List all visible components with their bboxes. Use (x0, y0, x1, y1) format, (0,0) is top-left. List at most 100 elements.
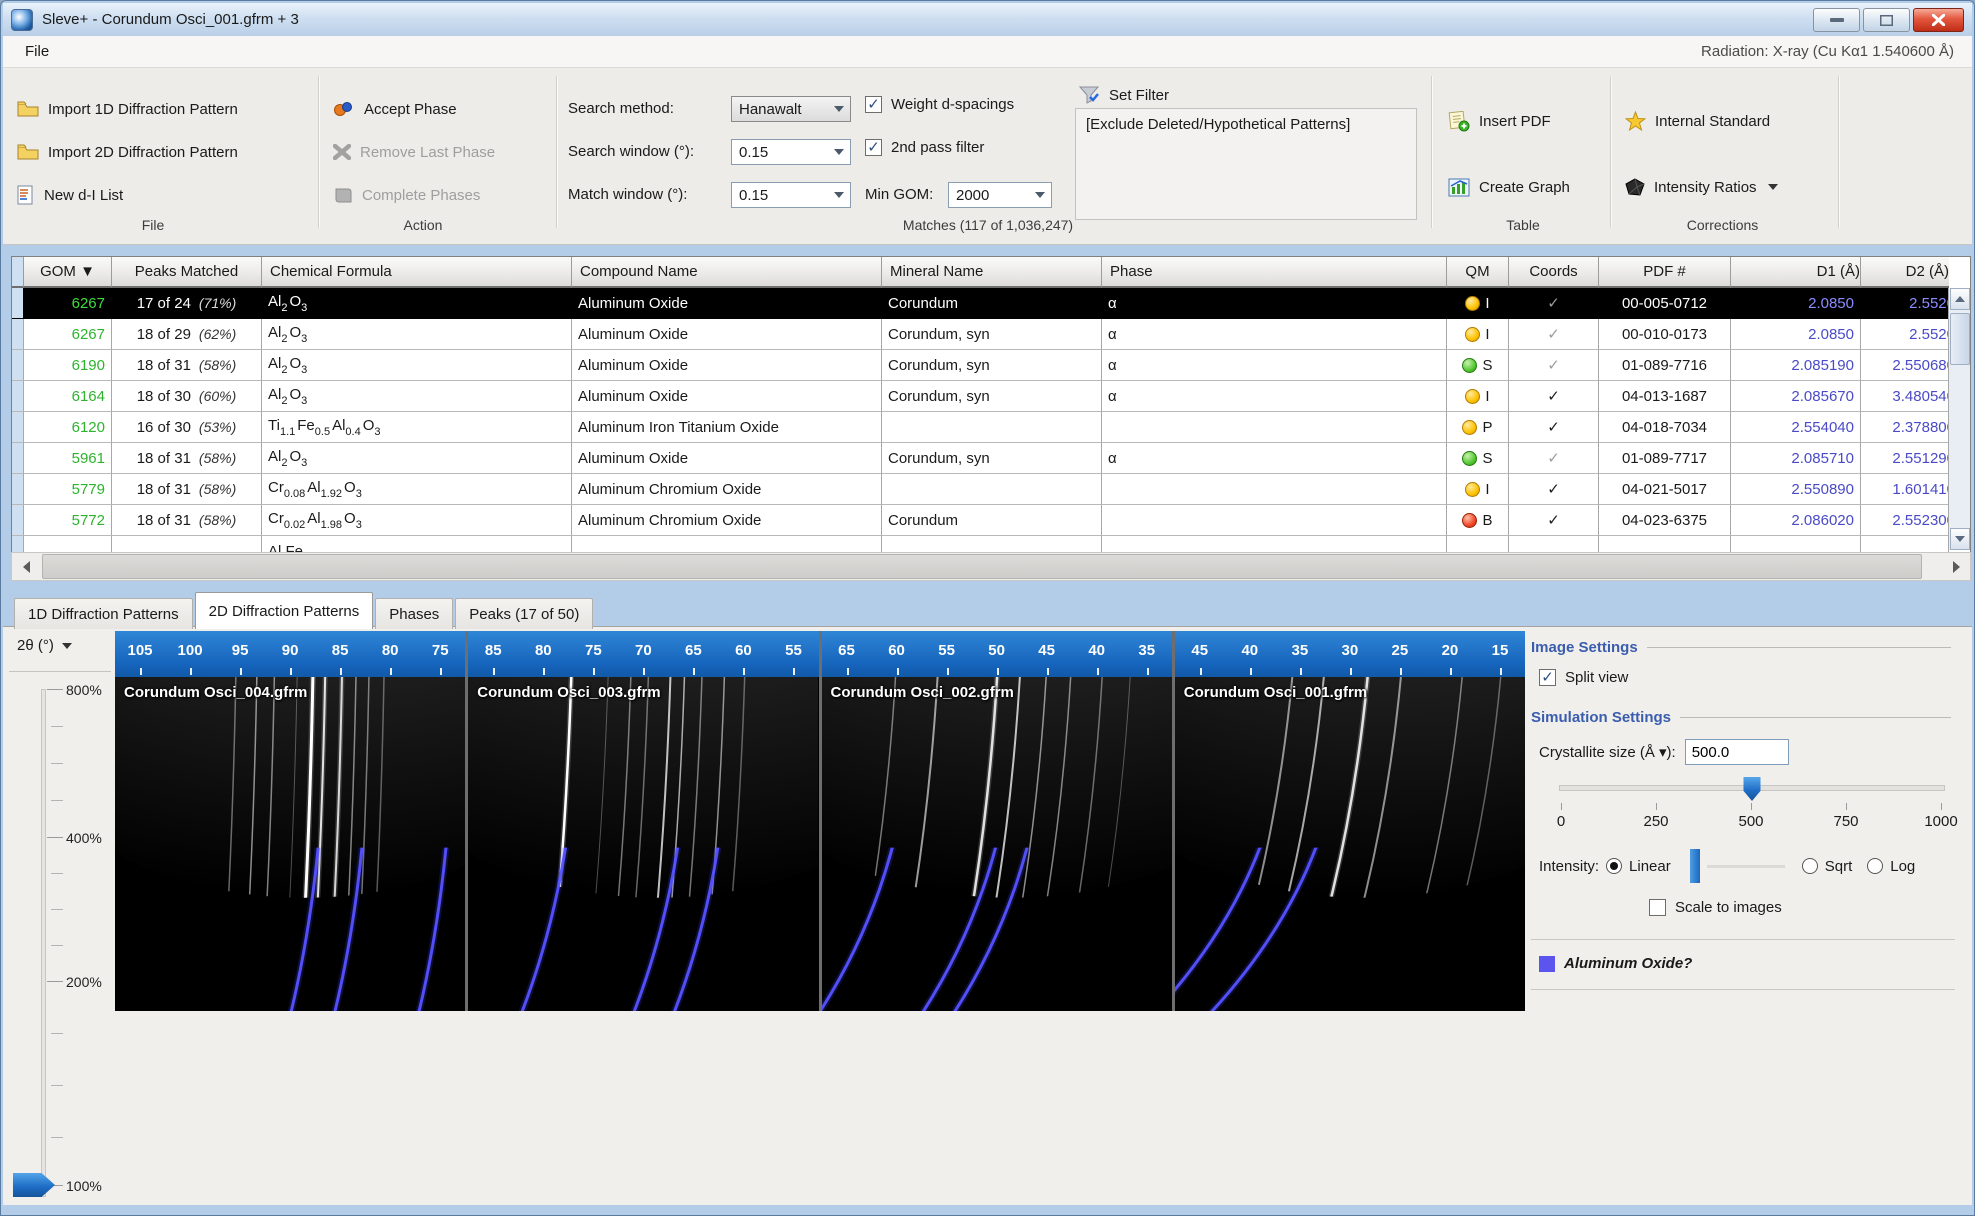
chevron-down-icon (1029, 183, 1051, 207)
phase-legend-item[interactable]: Aluminum Oxide? (1539, 955, 1692, 972)
cell-peaks-matched: 18 of 31(58%) (112, 505, 262, 536)
intensity-slider-handle[interactable] (1690, 849, 1700, 883)
minimize-button[interactable] (1813, 8, 1860, 32)
import-2d-button[interactable]: Import 2D Diffraction Pattern (17, 137, 238, 167)
scale-tick: 85 (468, 631, 518, 677)
scroll-left-button[interactable] (13, 554, 39, 579)
diffraction-image[interactable]: Corundum Osci_002.gfrm (822, 677, 1172, 1011)
row-margin (12, 319, 24, 350)
results-table: GOM ▼ Peaks Matched Chemical Formula Com… (11, 256, 1971, 568)
table-row[interactable]: 6190 18 of 31(58%) Al2O3 Aluminum Oxide … (12, 350, 1970, 381)
scroll-up-button[interactable] (1950, 288, 1970, 310)
cell-phase: α (1102, 350, 1447, 381)
column-header-coords[interactable]: Coords (1509, 257, 1599, 288)
table-row[interactable]: 5779 18 of 31(58%) Cr0.08Al1.92O3 Alumin… (12, 474, 1970, 505)
cell-coords: ✓ (1509, 381, 1599, 412)
scale-tick: 20 (1425, 631, 1475, 677)
cell-chemical-formula: Al2O3 (262, 381, 572, 412)
vertical-scroll-thumb[interactable] (1950, 313, 1970, 365)
maximize-button[interactable] (1863, 8, 1910, 32)
column-header-qm[interactable]: QM (1447, 257, 1509, 288)
min-gom-input[interactable]: 2000 (948, 182, 1052, 208)
crystallite-size-label[interactable]: Crystallite size (Å ▾): (1539, 743, 1676, 761)
tab[interactable]: 2D Diffraction Patterns (195, 592, 374, 629)
internal-standard-button[interactable]: Internal Standard (1625, 106, 1770, 136)
crystallite-size-input[interactable] (1685, 739, 1789, 765)
title-bar[interactable]: Sleve+ - Corundum Osci_001.gfrm + 3 (3, 3, 1972, 36)
cell-peaks-matched: 18 of 29(62%) (112, 319, 262, 350)
column-header-mineral-name[interactable]: Mineral Name (882, 257, 1102, 288)
column-header-pdf[interactable]: PDF # (1599, 257, 1731, 288)
intensity-ratios-button[interactable]: Intensity Ratios (1625, 172, 1778, 202)
column-header-d1[interactable]: D1 (Å) (1731, 257, 1861, 288)
new-di-list-button[interactable]: New d-I List (17, 180, 123, 210)
split-view-checkbox[interactable]: Split view (1539, 669, 1628, 686)
table-vertical-scrollbar[interactable] (1948, 288, 1970, 550)
chevron-down-icon (828, 183, 850, 207)
radio-log[interactable] (1867, 858, 1883, 874)
group-divider (1431, 76, 1432, 228)
zoom-slider-handle[interactable] (13, 1173, 55, 1197)
radio-sqrt[interactable] (1802, 858, 1818, 874)
column-header-phase[interactable]: Phase (1102, 257, 1447, 288)
slider-handle[interactable] (1744, 777, 1761, 801)
match-window-input[interactable]: 0.15 (731, 182, 851, 208)
column-header-gom[interactable]: GOM ▼ (24, 257, 112, 288)
search-method-select[interactable]: Hanawalt (731, 96, 851, 122)
table-horizontal-scrollbar[interactable] (11, 552, 1971, 581)
menu-file[interactable]: File (19, 41, 55, 62)
import-1d-button[interactable]: Import 1D Diffraction Pattern (17, 94, 238, 124)
image-filename: Corundum Osci_003.gfrm (477, 684, 660, 701)
zoom-tick (47, 981, 63, 982)
accept-phase-button[interactable]: Accept Phase (333, 94, 457, 124)
horizontal-scroll-thumb[interactable] (42, 554, 1922, 579)
table-row[interactable]: 5772 18 of 31(58%) Cr0.02Al1.98O3 Alumin… (12, 505, 1970, 536)
weight-d-spacings-checkbox[interactable]: Weight d-spacings (865, 96, 1014, 113)
column-header-compound-name[interactable]: Compound Name (572, 257, 882, 288)
table-row[interactable]: 6267 18 of 29(62%) Al2O3 Aluminum Oxide … (12, 319, 1970, 350)
scale-tick: 55 (768, 631, 818, 677)
cell-gom: 5772 (24, 505, 112, 536)
divider (1531, 989, 1955, 990)
group-label-table: Table (1448, 217, 1598, 233)
column-header-peaks-matched[interactable]: Peaks Matched (112, 257, 262, 288)
close-button[interactable] (1913, 8, 1964, 32)
divider (1531, 939, 1955, 940)
create-graph-button[interactable]: Create Graph (1448, 172, 1570, 202)
search-window-input[interactable]: 0.15 (731, 139, 851, 165)
cell-phase: α (1102, 443, 1447, 474)
tab[interactable]: 1D Diffraction Patterns (14, 598, 193, 629)
tab[interactable]: Phases (375, 598, 453, 629)
insert-pdf-button[interactable]: Insert PDF (1448, 106, 1551, 136)
second-pass-filter-checkbox[interactable]: 2nd pass filter (865, 139, 984, 156)
diffraction-image[interactable]: Corundum Osci_003.gfrm (468, 677, 818, 1011)
diffraction-panel[interactable]: 105 100 95 90 85 80 75 Corundum Osci_004… (115, 631, 465, 1011)
diffraction-panel[interactable]: 85 80 75 70 65 60 55 Corundum Osci_003.g… (468, 631, 818, 1011)
column-header-chemical-formula[interactable]: Chemical Formula (262, 257, 572, 288)
diffraction-panel[interactable]: 65 60 55 50 45 40 35 Corundum Osci_002.g… (822, 631, 1172, 1011)
scroll-right-button[interactable] (1943, 554, 1969, 579)
complete-phases-button[interactable]: Complete Phases (333, 180, 480, 210)
zoom-slider-track[interactable] (41, 689, 46, 1197)
table-row[interactable]: 6164 18 of 30(60%) Al2O3 Aluminum Oxide … (12, 381, 1970, 412)
diffraction-image[interactable]: Corundum Osci_001.gfrm (1175, 677, 1525, 1011)
scroll-down-button[interactable] (1950, 528, 1970, 550)
table-row[interactable]: 6267 17 of 24(71%) Al2O3 Aluminum Oxide … (12, 288, 1970, 319)
diffraction-rings-image (1175, 677, 1525, 1011)
intensity-slider-track[interactable] (1707, 865, 1785, 868)
cell-phase: α (1102, 381, 1447, 412)
table-row[interactable]: 5961 18 of 31(58%) Al2O3 Aluminum Oxide … (12, 443, 1970, 474)
scale-tick: 100 (165, 631, 215, 677)
diffraction-image[interactable]: Corundum Osci_004.gfrm (115, 677, 465, 1011)
column-header-d2[interactable]: D2 (Å) (1861, 257, 1949, 288)
crystallite-size-slider[interactable] (1559, 785, 1945, 791)
diffraction-panel[interactable]: 45 40 35 30 25 20 15 Corundum Osci_001.g… (1175, 631, 1525, 1011)
checkbox-checked-icon (1539, 669, 1556, 686)
set-filter-button[interactable]: Set Filter (1078, 80, 1169, 110)
remove-last-phase-button[interactable]: Remove Last Phase (333, 137, 495, 167)
scale-to-images-checkbox[interactable]: Scale to images (1649, 899, 1782, 916)
axis-selector[interactable]: 2θ (°) (17, 637, 72, 654)
table-row[interactable]: 6120 16 of 30(53%) Ti1.1Fe0.5Al0.4O3 Alu… (12, 412, 1970, 443)
tab[interactable]: Peaks (17 of 50) (455, 598, 593, 629)
radio-linear[interactable] (1606, 858, 1622, 874)
